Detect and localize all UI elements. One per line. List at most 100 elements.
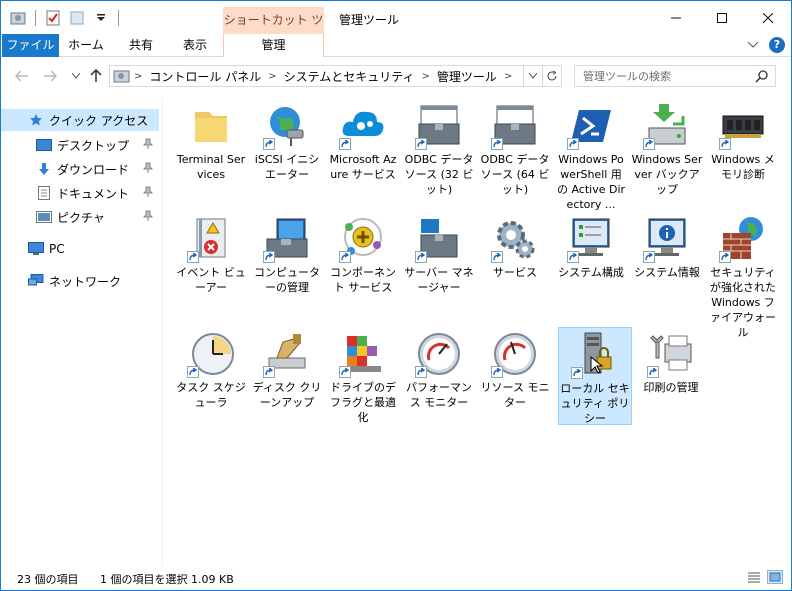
iscsi-globe-icon	[263, 102, 311, 150]
download-icon	[35, 161, 53, 177]
properties-icon[interactable]	[44, 9, 62, 27]
firewall-icon	[719, 215, 767, 263]
list-item[interactable]: ODBC データ ソース (32 ビット)	[402, 99, 476, 197]
pin-icon[interactable]	[142, 210, 154, 225]
list-item[interactable]: ドライブのデフラグと最適化	[326, 327, 400, 425]
shortcut-arrow-icon	[491, 138, 503, 150]
address-bar[interactable]: > コントロール パネル > システムとセキュリティ > 管理ツール >	[109, 65, 562, 87]
shortcut-arrow-icon	[643, 251, 655, 263]
component-services-icon	[339, 215, 387, 263]
breadcrumb-chevron-icon[interactable]: >	[501, 71, 515, 82]
list-item[interactable]: コンピューターの管理	[250, 212, 324, 295]
pictures-icon	[35, 209, 53, 225]
recent-locations-icon[interactable]	[67, 67, 85, 85]
item-label: パフォーマンス モニター	[406, 381, 472, 409]
list-item[interactable]: システム構成	[554, 212, 628, 280]
breadcrumb-admin-tools[interactable]: 管理ツール	[433, 68, 501, 85]
tab-share[interactable]: 共有	[119, 34, 163, 57]
details-view-icon[interactable]	[746, 570, 762, 584]
list-item[interactable]: 印刷の管理	[634, 327, 708, 395]
large-icons-view-icon[interactable]	[767, 570, 783, 584]
navigation-row: > コントロール パネル > システムとセキュリティ > 管理ツール >	[1, 58, 791, 94]
sidebar-item-network[interactable]: ネットワーク	[1, 270, 159, 292]
services-gear-icon	[491, 215, 539, 263]
shortcut-arrow-icon	[339, 138, 351, 150]
breadcrumb-system-security[interactable]: システムとセキュリティ	[280, 68, 419, 85]
shortcut-arrow-icon	[415, 366, 427, 378]
list-item[interactable]: ディスク クリーンアップ	[250, 327, 324, 410]
sidebar-item-label: ピクチャ	[57, 210, 105, 225]
sidebar-item-documents[interactable]: ドキュメント	[1, 182, 159, 204]
tab-view[interactable]: 表示	[173, 34, 217, 57]
shortcut-arrow-icon	[187, 366, 199, 378]
admin-tools-icon[interactable]	[9, 9, 27, 27]
list-item[interactable]: Windows PowerShell 用の Active Directory .…	[554, 99, 628, 212]
minimize-button[interactable]	[653, 1, 699, 34]
list-item[interactable]: イベント ビューアー	[174, 212, 248, 295]
expand-ribbon-icon[interactable]	[747, 38, 759, 52]
list-item[interactable]: ODBC データ ソース (64 ビット)	[478, 99, 552, 197]
close-button[interactable]	[745, 1, 791, 34]
item-label: サービス	[493, 266, 537, 279]
list-item[interactable]: Microsoft Azure サービス	[326, 99, 400, 182]
tab-manage[interactable]: 管理	[223, 34, 324, 57]
sidebar-item-downloads[interactable]: ダウンロード	[1, 158, 159, 180]
sidebar-item-desktop[interactable]: デスクトップ	[1, 134, 159, 156]
powershell-icon	[567, 102, 615, 150]
list-item[interactable]: サービス	[478, 212, 552, 280]
list-item[interactable]: タスク スケジューラ	[174, 327, 248, 410]
list-item[interactable]: パフォーマンス モニター	[402, 327, 476, 410]
system-info-icon	[643, 215, 691, 263]
forward-arrow-icon[interactable]	[41, 67, 59, 85]
search-icon[interactable]	[755, 69, 769, 86]
search-input[interactable]	[575, 69, 750, 83]
sidebar-item-quick-access[interactable]: クイック アクセス	[1, 109, 159, 131]
item-label: リソース モニター	[480, 381, 550, 409]
breadcrumb-chevron-icon[interactable]: >	[131, 71, 145, 82]
contextual-tab-group: ショートカット ツール	[223, 7, 324, 53]
list-item[interactable]: Windows メモリ診断	[706, 99, 780, 182]
item-label: ローカル セキュリティ ポリシー	[560, 382, 630, 425]
search-box[interactable]	[574, 65, 776, 87]
breadcrumb-chevron-icon[interactable]: >	[419, 71, 433, 82]
pin-icon[interactable]	[142, 138, 154, 153]
list-item[interactable]: コンポーネント サービス	[326, 212, 400, 295]
print-management-icon	[647, 330, 695, 378]
ribbon-tabs: ファイル ホーム 共有 表示 管理 ?	[1, 34, 791, 57]
up-arrow-icon[interactable]	[87, 67, 105, 85]
server-backup-icon	[643, 102, 691, 150]
breadcrumb-chevron-icon[interactable]: >	[265, 71, 279, 82]
list-item-selected[interactable]: ローカル セキュリティ ポリシー	[558, 327, 632, 425]
list-item[interactable]: システム情報	[630, 212, 704, 280]
pin-icon[interactable]	[142, 162, 154, 177]
list-item[interactable]: リソース モニター	[478, 327, 552, 410]
maximize-button[interactable]	[699, 1, 745, 34]
list-item[interactable]: Terminal Services	[174, 99, 248, 182]
refresh-icon[interactable]	[542, 66, 561, 86]
help-icon[interactable]: ?	[769, 37, 785, 53]
ribbon-right-controls: ?	[747, 37, 785, 53]
shortcut-arrow-icon	[263, 366, 275, 378]
back-arrow-icon[interactable]	[13, 67, 31, 85]
list-item[interactable]: iSCSI イニシエーター	[250, 99, 324, 182]
sidebar-item-pc[interactable]: PC	[1, 238, 159, 260]
list-item[interactable]: Windows Server バックアップ	[630, 99, 704, 197]
shortcut-arrow-icon	[491, 251, 503, 263]
pin-icon[interactable]	[142, 186, 154, 201]
computer-management-icon	[263, 215, 311, 263]
new-folder-icon[interactable]	[68, 9, 86, 27]
list-item[interactable]: セキュリティが強化された Windows ファイアウォール	[706, 212, 780, 340]
status-bar: 23 個の項目 1 個の項目を選択 1.09 KB	[1, 567, 791, 589]
tab-home[interactable]: ホーム	[63, 34, 109, 57]
shortcut-arrow-icon	[339, 251, 351, 263]
address-dropdown-icon[interactable]	[523, 66, 542, 86]
breadcrumb-control-panel[interactable]: コントロール パネル	[145, 68, 265, 85]
item-label: タスク スケジューラ	[176, 381, 246, 409]
list-item[interactable]: サーバー マネージャー	[402, 212, 476, 295]
item-label: Terminal Services	[176, 153, 246, 181]
sidebar-item-pictures[interactable]: ピクチャ	[1, 206, 159, 228]
memory-chip-icon	[719, 102, 767, 150]
customize-toolbar-icon[interactable]	[92, 9, 110, 27]
tab-file[interactable]: ファイル	[2, 34, 59, 57]
shortcut-arrow-icon	[263, 251, 275, 263]
